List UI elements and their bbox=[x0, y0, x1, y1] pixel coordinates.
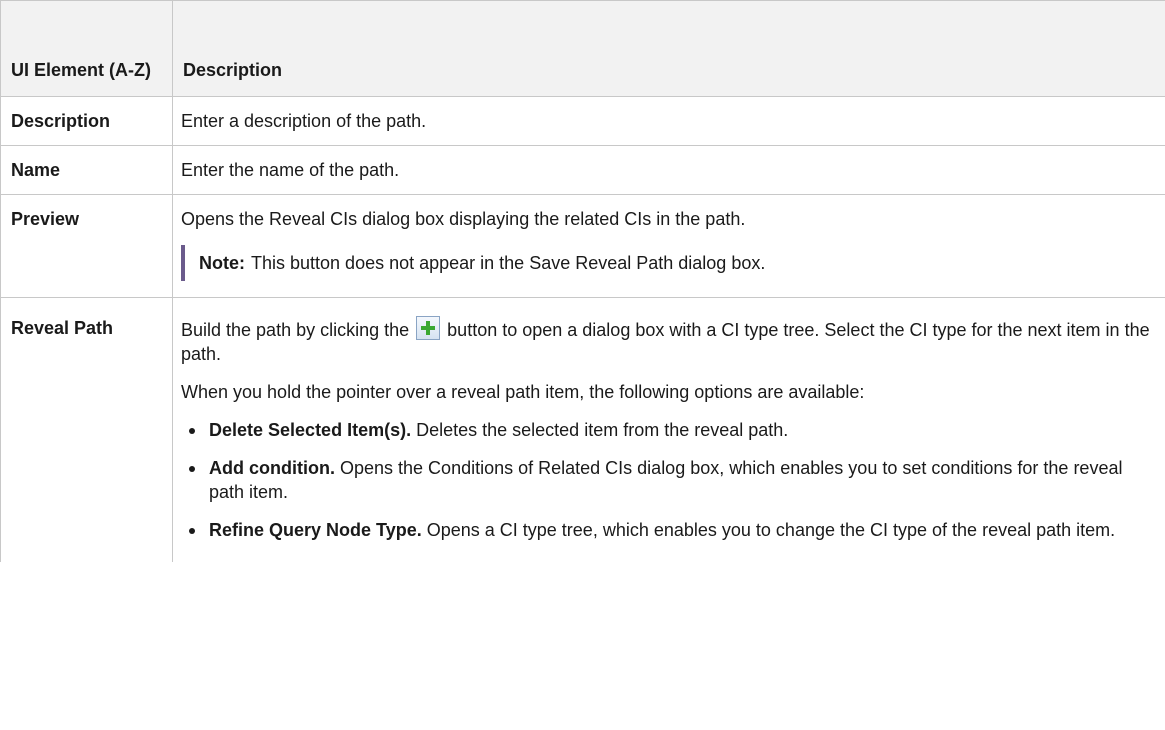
table-header-row: UI Element (A-Z) Description bbox=[0, 0, 1165, 97]
ui-elements-table: UI Element (A-Z) Description Description… bbox=[0, 0, 1165, 562]
name-text: Enter the name of the path. bbox=[181, 160, 400, 180]
reveal-path-text: Build the path by clicking the button to… bbox=[181, 316, 1155, 366]
hover-text: When you hold the pointer over a reveal … bbox=[181, 382, 865, 402]
list-item: Refine Query Node Type. Opens a CI type … bbox=[189, 518, 1155, 542]
options-list: Delete Selected Item(s). Deletes the sel… bbox=[181, 418, 1155, 542]
header-description: Description bbox=[172, 0, 1165, 97]
reveal-path-cell: Build the path by clicking the button to… bbox=[172, 297, 1165, 562]
element-preview: Preview bbox=[0, 194, 173, 298]
table-row: Reveal Path Build the path by clicking t… bbox=[0, 297, 1165, 562]
option-text: Opens the Conditions of Related CIs dial… bbox=[209, 458, 1123, 502]
option-text: Opens a CI type tree, which enables you … bbox=[426, 520, 1116, 540]
element-name: Name bbox=[0, 145, 173, 195]
list-item: Add condition. Opens the Conditions of R… bbox=[189, 456, 1155, 504]
name-cell: Enter the name of the path. bbox=[172, 145, 1165, 195]
table-row: Description Enter a description of the p… bbox=[0, 96, 1165, 146]
option-title: Refine Query Node Type. bbox=[209, 520, 422, 540]
note-text: This button does not appear in the Save … bbox=[251, 253, 766, 273]
option-title: Add condition. bbox=[209, 458, 335, 478]
description-text: Enter a description of the path. bbox=[181, 111, 427, 131]
header-ui-element: UI Element (A-Z) bbox=[0, 0, 173, 97]
option-text: Deletes the selected item from the revea… bbox=[416, 420, 789, 440]
preview-cell: Opens the Reveal CIs dialog box displayi… bbox=[172, 194, 1165, 298]
preview-text: Opens the Reveal CIs dialog box displayi… bbox=[181, 209, 746, 229]
note-label: Note: bbox=[199, 253, 245, 273]
reveal-path-text-before: Build the path by clicking the bbox=[181, 320, 410, 340]
element-reveal-path: Reveal Path bbox=[0, 297, 173, 562]
element-description: Description bbox=[0, 96, 173, 146]
table-row: Name Enter the name of the path. bbox=[0, 145, 1165, 195]
table-row: Preview Opens the Reveal CIs dialog box … bbox=[0, 194, 1165, 298]
description-cell: Enter a description of the path. bbox=[172, 96, 1165, 146]
add-plus-icon bbox=[416, 316, 441, 340]
option-title: Delete Selected Item(s). bbox=[209, 420, 412, 440]
note-box: Note: This button does not appear in the … bbox=[181, 245, 1155, 281]
list-item: Delete Selected Item(s). Deletes the sel… bbox=[189, 418, 1155, 442]
